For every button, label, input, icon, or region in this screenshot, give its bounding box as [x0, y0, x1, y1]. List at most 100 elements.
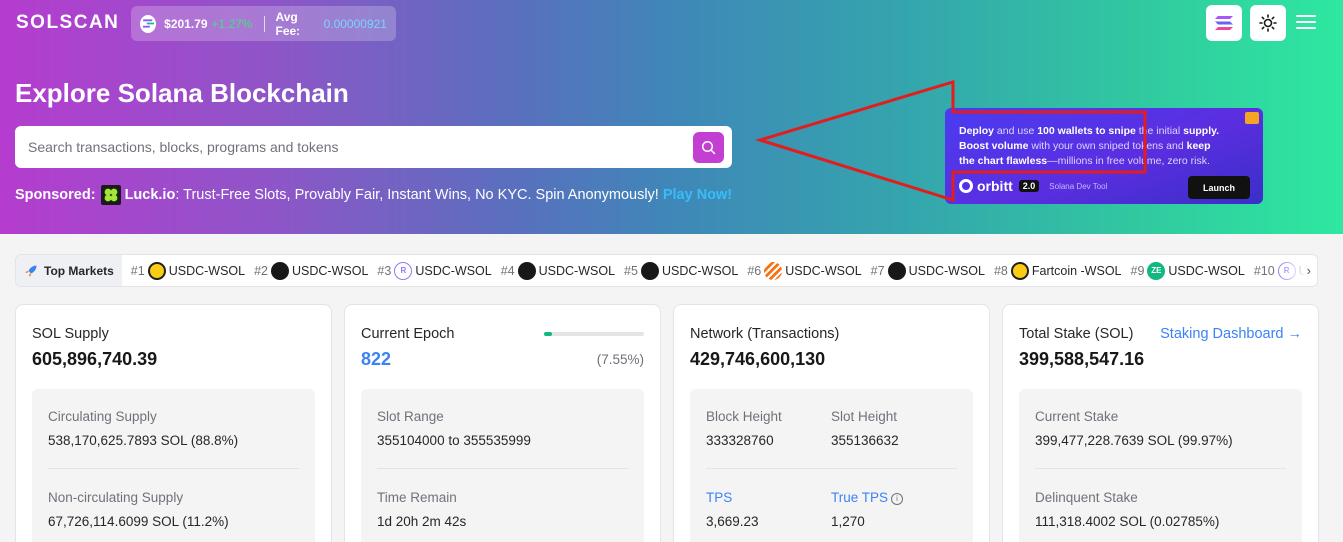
card-details: Block Height 333328760 Slot Height 35513… — [690, 389, 973, 542]
market-pool-icon — [764, 261, 783, 280]
market-pair: Fartcoin -WSOL — [1031, 263, 1122, 278]
market-rank: #2 — [254, 263, 269, 278]
total-stake-card: Total Stake (SOL) Staking Dashboard → 39… — [1002, 304, 1319, 542]
market-item[interactable]: #6 USDC-WSOL — [747, 261, 862, 280]
block-height-value[interactable]: 333328760 — [706, 433, 774, 448]
slot-height-label: Slot Height — [831, 409, 898, 424]
solana-icon — [140, 14, 157, 33]
noncirculating-supply-label: Non-circulating Supply — [48, 490, 184, 505]
ad-tagline: Solana Dev Tool — [1049, 181, 1108, 191]
card-details: Slot Range 355104000 to 355535999 Time R… — [361, 389, 644, 542]
scroll-right-icon[interactable]: › — [1307, 263, 1311, 278]
true-tps-link[interactable]: True TPS i — [831, 490, 904, 505]
delinquent-stake-label: Delinquent Stake — [1035, 490, 1138, 505]
orbitt-logo: orbitt 2.0 Solana Dev Tool — [959, 178, 1107, 194]
ad-copy: Deploy and use 100 wallets to snipe the … — [959, 125, 1220, 167]
market-pool-icon — [640, 261, 659, 280]
epoch-number-link[interactable]: 822 — [361, 349, 391, 370]
market-item[interactable]: #7 USDC-WSOL — [870, 261, 985, 280]
divider — [263, 15, 265, 32]
sol-price-pill: $201.79 +1.27% Avg Fee: 0.00000921 — [131, 6, 396, 41]
market-pool-icon: ZE — [1147, 261, 1166, 280]
rocket-icon — [25, 265, 37, 276]
markets-fade — [1277, 255, 1317, 286]
current-stake-value: 399,477,228.7639 SOL (99.97%) — [1035, 433, 1233, 448]
market-pair: USDC-WSOL — [785, 263, 862, 278]
avg-fee-value: 0.00000921 — [323, 16, 387, 31]
market-item[interactable]: #2 USDC-WSOL — [254, 261, 368, 280]
sponsor-brand[interactable]: Luck.io — [125, 187, 176, 203]
epoch-progress-percent: (7.55%) — [596, 352, 644, 367]
search-button[interactable] — [693, 131, 724, 163]
solana-network-button[interactable] — [1206, 5, 1242, 41]
solscan-logo[interactable]: SOLSCAN — [16, 12, 119, 34]
tps-link[interactable]: TPS — [706, 490, 732, 505]
slot-height-value[interactable]: 355136632 — [831, 433, 899, 448]
play-now-link[interactable]: Play Now! — [663, 187, 732, 203]
market-rank: #10 — [1253, 263, 1275, 278]
orbitt-ring-icon — [959, 179, 973, 193]
card-title: Current Epoch — [361, 326, 455, 342]
ad-launch-button[interactable]: Launch — [1188, 176, 1250, 199]
hamburger-menu-icon[interactable] — [1294, 12, 1318, 32]
sol-supply-card: SOL Supply 605,896,740.39 Circulating Su… — [15, 304, 332, 542]
sponsored-label: Sponsored: — [15, 187, 96, 203]
search-icon — [701, 140, 716, 154]
clover-icon — [100, 185, 121, 205]
market-pair: USDC-WSOL — [415, 263, 492, 278]
market-rank: #6 — [747, 263, 762, 278]
orbitt-ad-banner[interactable]: Deploy and use 100 wallets to snipe the … — [945, 108, 1263, 204]
card-value: 429,746,600,130 — [690, 349, 826, 369]
market-item[interactable]: #4 USDC-WSOL — [500, 261, 616, 280]
market-pool-icon — [887, 261, 906, 280]
card-details: Current Stake 399,477,228.7639 SOL (99.9… — [1019, 389, 1302, 542]
market-item[interactable]: #3 R USDC-WSOL — [377, 261, 492, 280]
market-pair: USDC-WSOL — [168, 263, 246, 278]
divider — [377, 468, 628, 469]
market-pool-icon: R — [394, 261, 413, 280]
sponsor-text: : Trust-Free Slots, Provably Fair, Insta… — [175, 187, 659, 203]
card-title: Network (Transactions) — [690, 326, 840, 342]
delinquent-stake-value: 111,318.4002 SOL (0.02785%) — [1035, 514, 1220, 529]
market-rank: #7 — [870, 263, 885, 278]
card-title: SOL Supply — [32, 326, 109, 342]
ad-badge-icon — [1245, 112, 1259, 124]
market-rank: #3 — [377, 263, 392, 278]
staking-dashboard-link[interactable]: Staking Dashboard → — [1160, 326, 1302, 342]
market-item[interactable]: #1 USDC-WSOL — [131, 261, 246, 280]
card-value: 605,896,740.39 — [32, 349, 158, 369]
market-rank: #4 — [500, 263, 515, 278]
card-value: 399,588,547.16 — [1019, 349, 1145, 369]
market-rank: #8 — [993, 263, 1008, 278]
slot-range-value: 355104000 to 355535999 — [377, 433, 531, 448]
market-pool-icon — [147, 261, 166, 280]
network-card: Network (Transactions) 429,746,600,130 B… — [673, 304, 990, 542]
top-markets-bar: Top Markets #1 USDC-WSOL #2 USDC-WSOL #3 R USD… — [15, 254, 1318, 287]
tps-value: 3,669.23 — [706, 514, 759, 529]
market-item[interactable]: #9 ZE USDC-WSOL — [1130, 261, 1245, 280]
divider — [1035, 468, 1286, 469]
ad-version: 2.0 — [1018, 180, 1040, 192]
card-title: Total Stake (SOL) — [1019, 326, 1134, 342]
search-bar — [15, 126, 732, 168]
current-stake-label: Current Stake — [1035, 409, 1119, 424]
market-rank: #9 — [1130, 263, 1145, 278]
search-input[interactable] — [28, 139, 693, 155]
noncirculating-supply-value: 67,726,114.6099 SOL (11.2%) — [48, 514, 229, 529]
market-pair: USDC-WSOL — [1168, 263, 1245, 278]
theme-toggle-button[interactable] — [1250, 5, 1286, 41]
sponsored-line: Sponsored: Luck.io : Trust-Free Slots, P… — [15, 185, 732, 205]
divider — [48, 468, 299, 469]
market-item[interactable]: #8 Fartcoin -WSOL — [993, 261, 1122, 280]
hero-banner: SOLSCAN $201.79 +1.27% Avg Fee: 0.000009… — [0, 0, 1343, 234]
market-pair: USDC-WSOL — [538, 263, 616, 278]
market-pair: USDC-WSOL — [661, 263, 739, 278]
avg-fee-label: Avg Fee: — [275, 9, 301, 38]
market-pool-icon — [517, 261, 536, 280]
market-item[interactable]: #5 USDC-WSOL — [624, 261, 739, 280]
divider — [706, 468, 957, 469]
card-details: Circulating Supply 538,170,625.7893 SOL … — [32, 389, 315, 542]
info-icon[interactable]: i — [891, 492, 904, 505]
solana-logo-icon — [1215, 16, 1233, 30]
sun-icon — [1259, 14, 1277, 32]
